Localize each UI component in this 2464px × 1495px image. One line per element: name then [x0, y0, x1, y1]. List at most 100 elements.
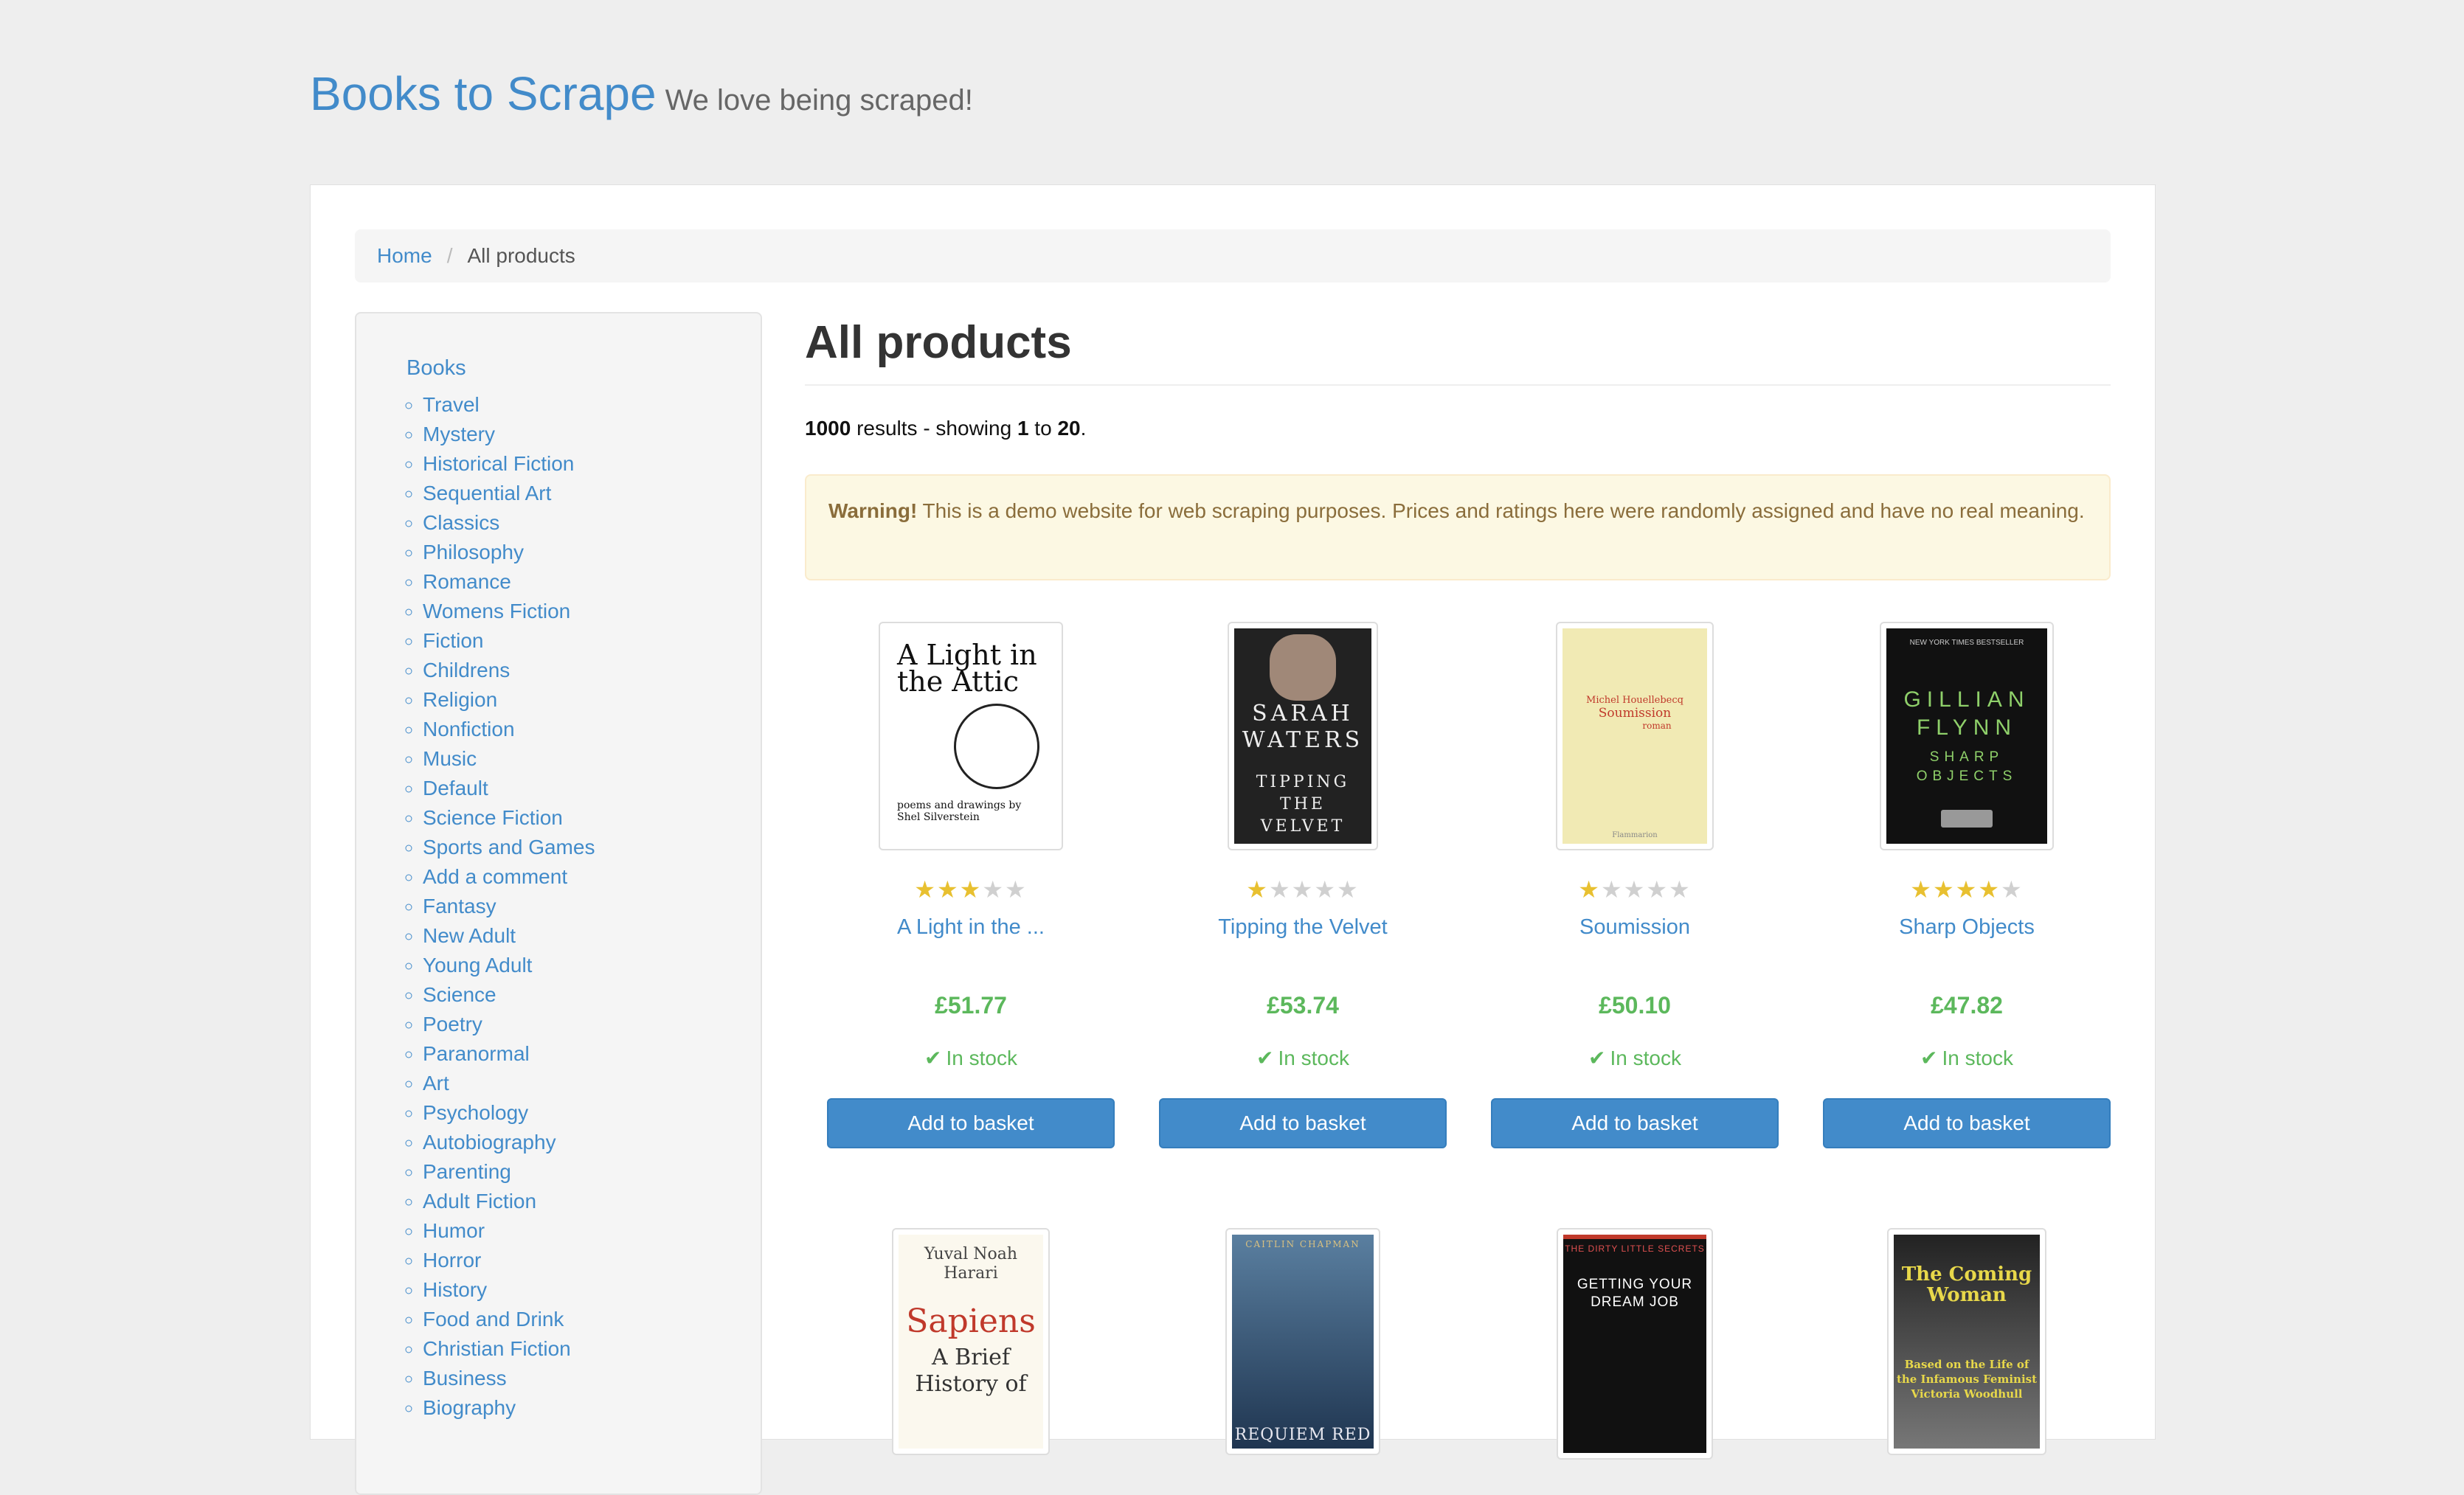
brand-link[interactable]: Books to Scrape	[310, 66, 657, 121]
warning-text: This is a demo website for web scraping …	[917, 499, 2085, 522]
category-link-young-adult[interactable]: Young Adult	[423, 951, 595, 980]
category-link-biography[interactable]: Biography	[423, 1393, 595, 1423]
category-link-sequential-art[interactable]: Sequential Art	[423, 479, 595, 508]
results-summary: 1000 results - showing 1 to 20.	[805, 417, 1086, 440]
page-container: Home / All products Books Travel Mystery H…	[310, 184, 2156, 1495]
sidebar-books-link[interactable]: Books	[406, 356, 466, 381]
product-card: CAITLIN CHAPMAN REQUIEM RED	[1159, 1228, 1447, 1455]
results-from: 1	[1017, 417, 1029, 440]
tagline: We love being scraped!	[665, 84, 973, 117]
category-link-science-fiction[interactable]: Science Fiction	[423, 803, 595, 833]
category-link-food-and-drink[interactable]: Food and Drink	[423, 1305, 595, 1334]
category-label: New Adult	[423, 924, 516, 947]
book-cover-image: The Coming Woman Based on the Life of th…	[1894, 1235, 2040, 1449]
product-image-link[interactable]: NEW YORK TIMES BESTSELLER GILLIAN FLYNN …	[1880, 622, 2054, 850]
cover-illustration	[954, 704, 1039, 789]
category-link-humor[interactable]: Humor	[423, 1216, 595, 1246]
cover-text: Sapiens	[906, 1303, 1036, 1340]
product-image-link[interactable]: SARAH WATERS TIPPING THE VELVET	[1228, 622, 1378, 850]
product-image-link[interactable]: Michel Houellebecq Soumission roman Flam…	[1556, 622, 1714, 850]
category-link-art[interactable]: Art	[423, 1069, 595, 1098]
category-link-business[interactable]: Business	[423, 1364, 595, 1393]
product-title-link[interactable]: A Light in the ...	[827, 915, 1115, 945]
category-link-science[interactable]: Science	[423, 980, 595, 1010]
category-link-music[interactable]: Music	[423, 744, 595, 774]
cover-text: A Brief History of	[915, 1345, 1027, 1397]
category-link-womens-fiction[interactable]: Womens Fiction	[423, 597, 595, 626]
category-link-romance[interactable]: Romance	[423, 567, 595, 597]
check-icon: ✔	[1588, 1047, 1606, 1069]
add-to-basket-button[interactable]: Add to basket	[1159, 1098, 1447, 1148]
star-icon: ★	[1337, 876, 1360, 903]
category-link-default[interactable]: Default	[423, 774, 595, 803]
add-to-basket-button[interactable]: Add to basket	[1491, 1098, 1779, 1148]
results-end: .	[1080, 417, 1087, 440]
book-cover-image: NEW YORK TIMES BESTSELLER GILLIAN FLYNN …	[1886, 628, 2047, 844]
breadcrumb-home-link[interactable]: Home	[377, 244, 432, 268]
availability-text: In stock	[946, 1047, 1017, 1069]
check-icon: ✔	[1256, 1047, 1274, 1069]
product-price: £51.77	[935, 992, 1007, 1019]
category-label: Romance	[423, 570, 511, 593]
star-icon: ★	[959, 876, 983, 903]
star-icon: ★	[1246, 876, 1269, 903]
availability-text: In stock	[1610, 1047, 1681, 1069]
star-icon: ★	[982, 876, 1006, 903]
product-image-link[interactable]: Yuval Noah Harari Sapiens A Brief Histor…	[892, 1228, 1050, 1455]
category-link-childrens[interactable]: Childrens	[423, 656, 595, 685]
category-link-travel[interactable]: Travel	[423, 390, 595, 420]
category-link-horror[interactable]: Horror	[423, 1246, 595, 1275]
category-link-fiction[interactable]: Fiction	[423, 626, 595, 656]
category-link-autobiography[interactable]: Autobiography	[423, 1128, 595, 1157]
add-to-basket-button[interactable]: Add to basket	[1823, 1098, 2111, 1148]
category-label: Parenting	[423, 1160, 511, 1183]
category-link-poetry[interactable]: Poetry	[423, 1010, 595, 1039]
category-link-classics[interactable]: Classics	[423, 508, 595, 538]
star-icon: ★	[1268, 876, 1292, 903]
product-image-link[interactable]: The Coming Woman Based on the Life of th…	[1887, 1228, 2046, 1455]
check-icon: ✔	[924, 1047, 942, 1069]
product-image-link[interactable]: CAITLIN CHAPMAN REQUIEM RED	[1225, 1228, 1380, 1455]
category-link-philosophy[interactable]: Philosophy	[423, 538, 595, 567]
category-link-fantasy[interactable]: Fantasy	[423, 892, 595, 921]
category-label: Science	[423, 983, 496, 1006]
product-title-link[interactable]: Soumission	[1491, 915, 1779, 945]
category-link-new-adult[interactable]: New Adult	[423, 921, 595, 951]
category-sidebar: Books Travel Mystery Historical Fiction Seq…	[355, 312, 762, 1495]
check-icon: ✔	[1920, 1047, 1938, 1069]
category-link-mystery[interactable]: Mystery	[423, 420, 595, 449]
category-label: Horror	[423, 1249, 482, 1272]
category-label: Default	[423, 777, 488, 799]
cover-text: SHARP OBJECTS	[1916, 749, 2018, 784]
star-rating: ★★★★★	[827, 878, 1115, 901]
category-link-religion[interactable]: Religion	[423, 685, 595, 715]
availability: ✔ In stock	[827, 1046, 1115, 1070]
cover-text: roman	[1642, 721, 1672, 731]
category-link-historical-fiction[interactable]: Historical Fiction	[423, 449, 595, 479]
category-label: Nonfiction	[423, 718, 515, 740]
category-link-history[interactable]: History	[423, 1275, 595, 1305]
add-to-basket-button[interactable]: Add to basket	[827, 1098, 1115, 1148]
product-image-link[interactable]: A Light in the Attic poems and drawings …	[879, 622, 1063, 850]
category-label: Autobiography	[423, 1131, 556, 1154]
star-icon: ★	[1910, 876, 1933, 903]
category-link-paranormal[interactable]: Paranormal	[423, 1039, 595, 1069]
category-link-parenting[interactable]: Parenting	[423, 1157, 595, 1187]
category-link-psychology[interactable]: Psychology	[423, 1098, 595, 1128]
star-icon: ★	[1005, 876, 1028, 903]
product-card: The Coming Woman Based on the Life of th…	[1823, 1228, 2111, 1455]
category-label: Poetry	[423, 1013, 482, 1036]
breadcrumb-current: All products	[467, 244, 575, 267]
category-link-adult-fiction[interactable]: Adult Fiction	[423, 1187, 595, 1216]
category-label: Adult Fiction	[423, 1190, 537, 1213]
category-link-nonfiction[interactable]: Nonfiction	[423, 715, 595, 744]
product-title-link[interactable]: Tipping the Velvet	[1159, 915, 1447, 945]
star-icon: ★	[1578, 876, 1601, 903]
star-icon: ★	[1932, 876, 1956, 903]
category-link-add-a-comment[interactable]: Add a comment	[423, 862, 595, 892]
category-link-christian-fiction[interactable]: Christian Fiction	[423, 1334, 595, 1364]
category-label: Fiction	[423, 629, 484, 652]
category-link-sports-and-games[interactable]: Sports and Games	[423, 833, 595, 862]
product-title-link[interactable]: Sharp Objects	[1823, 915, 2111, 945]
product-card: Michel Houellebecq Soumission roman Flam…	[1491, 622, 1779, 1148]
